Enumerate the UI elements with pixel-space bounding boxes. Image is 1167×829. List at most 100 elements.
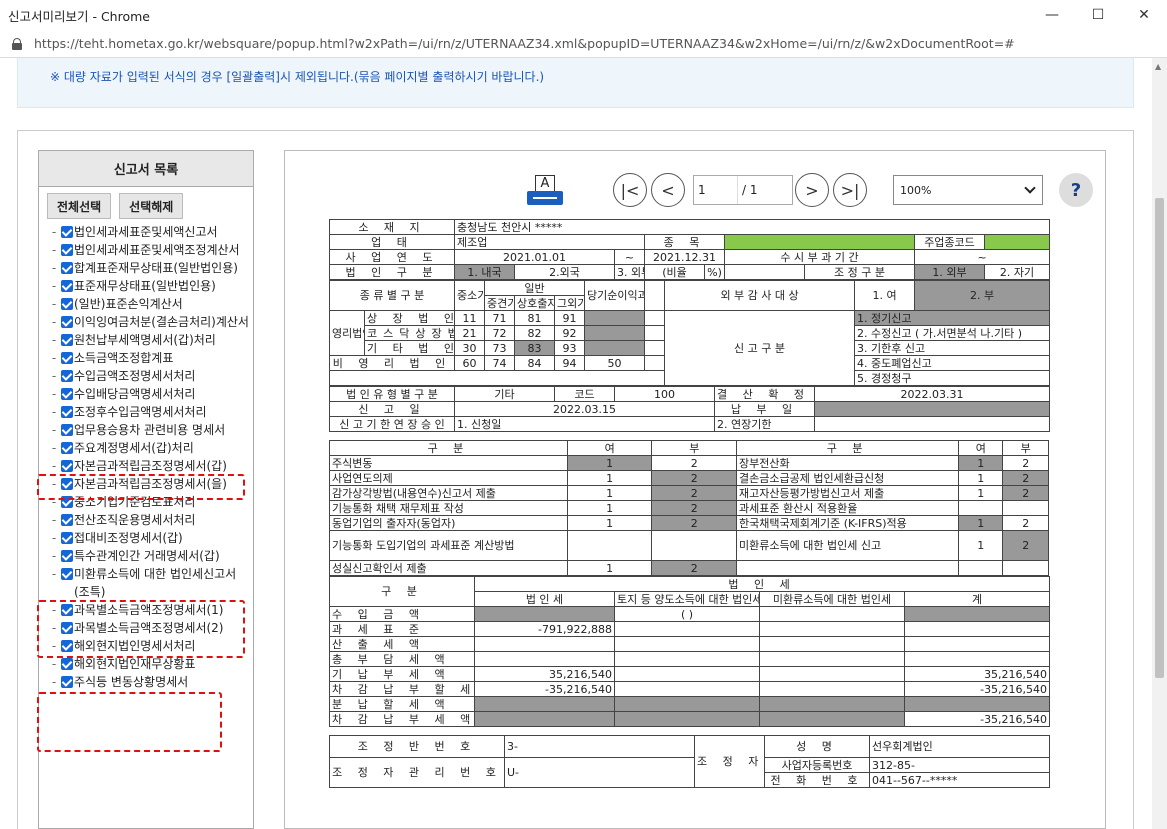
form-cell: 부 bbox=[651, 440, 738, 456]
report-item-label: 법인세과세표준및세액조정계산서 bbox=[74, 243, 240, 257]
report-item[interactable]: - 법인세과세표준및세액신고서 bbox=[47, 223, 251, 241]
form-cell: 상 장 법 인 bbox=[364, 310, 455, 326]
form-cell: 차 감 납 부 세 액 bbox=[329, 711, 475, 727]
deselect-all-button[interactable]: 선택해제 bbox=[119, 193, 184, 219]
report-item[interactable]: - 합계표준재무상태표(일반법인용) bbox=[47, 259, 251, 277]
checkbox-checked-icon[interactable] bbox=[61, 352, 73, 364]
url-text[interactable]: https://teht.hometax.go.kr/websquare/pop… bbox=[34, 36, 1015, 51]
report-item[interactable]: - 접대비조정명세서(갑) bbox=[47, 529, 251, 547]
checkbox-checked-icon[interactable] bbox=[61, 532, 73, 544]
first-page-button[interactable]: |< bbox=[613, 173, 647, 207]
form-cell bbox=[1002, 500, 1049, 516]
close-window-button[interactable]: ✕ bbox=[1121, 0, 1167, 30]
report-item[interactable]: - 수입금액조정명세서처리 bbox=[47, 367, 251, 385]
form-cell: 73 bbox=[484, 340, 515, 356]
form-cell: 소 재 지 bbox=[329, 219, 455, 235]
checkbox-checked-icon[interactable] bbox=[61, 406, 73, 418]
form-cell: -791,922,888 bbox=[474, 621, 615, 637]
form-cell: 전 화 번 호 bbox=[764, 772, 870, 788]
tree-branch: - bbox=[51, 549, 57, 563]
select-all-button[interactable]: 전체선택 bbox=[47, 193, 112, 219]
report-item[interactable]: - 원천납부세액명세서(갑)처리 bbox=[47, 331, 251, 349]
checkbox-checked-icon[interactable] bbox=[61, 298, 73, 310]
form-cell: ~ bbox=[614, 249, 645, 265]
form-cell: 2 bbox=[1002, 515, 1049, 531]
report-item-label: 전산조직운용명세서처리 bbox=[74, 513, 196, 527]
checkbox-checked-icon[interactable] bbox=[61, 424, 73, 436]
checkbox-checked-icon[interactable] bbox=[61, 388, 73, 400]
report-item[interactable]: - 법인세과세표준및세액조정계산서 bbox=[47, 241, 251, 259]
form-cell: 60 bbox=[454, 355, 485, 371]
title-bar: 신고서미리보기 - Chrome — ☐ ✕ bbox=[0, 0, 1167, 30]
checkbox-checked-icon[interactable] bbox=[61, 280, 73, 292]
report-item[interactable]: - (일반)표준손익계산서 bbox=[47, 295, 251, 313]
checkbox-checked-icon[interactable] bbox=[61, 226, 73, 238]
form-cell: 기 납 부 세 액 bbox=[329, 666, 475, 682]
form-cell: 1 bbox=[566, 470, 653, 486]
checkbox-checked-icon[interactable] bbox=[61, 244, 73, 256]
tree-branch: - bbox=[51, 261, 57, 275]
page-scrollbar[interactable]: ▲ bbox=[1152, 58, 1167, 829]
tree-branch: - bbox=[51, 459, 57, 473]
form-cell: 주식변동 bbox=[329, 455, 568, 471]
form-cell: 코스닥상장법인 bbox=[364, 325, 455, 341]
form-cell: 92 bbox=[553, 325, 586, 341]
zoom-select[interactable]: 100% bbox=[893, 175, 1043, 205]
checkbox-checked-icon[interactable] bbox=[61, 568, 73, 580]
report-item-label: 수입금액조정명세서처리 bbox=[74, 369, 196, 383]
next-page-button[interactable]: > bbox=[795, 173, 829, 207]
report-item[interactable]: - 전산조직운용명세서처리 bbox=[47, 511, 251, 529]
prev-page-button[interactable]: < bbox=[651, 173, 685, 207]
form-cell: 1 bbox=[566, 560, 653, 576]
tree-branch: - bbox=[51, 351, 57, 365]
last-page-button[interactable]: >| bbox=[833, 173, 867, 207]
minimize-button[interactable]: — bbox=[1029, 0, 1075, 30]
form-cell: 1. 외부 bbox=[914, 264, 985, 280]
form-cell: 주업종코드 bbox=[914, 234, 985, 250]
form-cell: 11 bbox=[454, 310, 485, 326]
checkbox-checked-icon[interactable] bbox=[61, 676, 73, 688]
form-cell bbox=[584, 340, 646, 356]
checkbox-checked-icon[interactable] bbox=[61, 514, 73, 526]
scroll-up-icon[interactable]: ▲ bbox=[1155, 62, 1161, 71]
form-cell: 1 bbox=[958, 485, 1004, 501]
form-cell bbox=[759, 606, 905, 622]
form-cell bbox=[651, 530, 738, 561]
form-cell bbox=[644, 325, 666, 341]
report-item[interactable]: - 표준재무상태표(일반법인용) bbox=[47, 277, 251, 295]
form-cell: 1. 신청일 bbox=[454, 416, 715, 432]
form-table-checklist: 구 분여부구 분 여 부 주식변동 1 2 장부전산화 1 2 사업연도의제 1 2 결손금소급공제 법… bbox=[329, 440, 1049, 576]
report-item[interactable]: - 업무용승용차 관련비용 명세서 bbox=[47, 421, 251, 439]
report-item[interactable]: - 주요계정명세서(갑)처리 bbox=[47, 439, 251, 457]
form-cell: 동업기업의 출자자(동업자) bbox=[329, 515, 568, 531]
checkbox-checked-icon[interactable] bbox=[61, 334, 73, 346]
page-number-input[interactable]: 1 bbox=[694, 176, 738, 204]
form-cell: 수 입 금 액 bbox=[329, 606, 475, 622]
form-cell bbox=[584, 310, 646, 326]
report-item[interactable]: - 수입배당금액명세서처리 bbox=[47, 385, 251, 403]
checkbox-checked-icon[interactable] bbox=[61, 370, 73, 382]
checkbox-checked-icon[interactable] bbox=[61, 442, 73, 454]
report-item[interactable]: - 미환류소득에 대한 법인세신고서(조특) bbox=[47, 565, 251, 601]
report-item[interactable]: - 자본금과적립금조정명세서(갑) bbox=[47, 457, 251, 475]
form-cell: 결손금소급공제 법인세환급신청 bbox=[736, 470, 960, 486]
checkbox-checked-icon[interactable] bbox=[61, 550, 73, 562]
report-item[interactable]: - 이익잉여금처분(결손금처리)계산서 bbox=[47, 313, 251, 331]
checkbox-checked-icon[interactable] bbox=[61, 316, 73, 328]
form-table-type: 법 인 유 형 별 구 분기타코드100결 산 확 정 일2022.03.31 신… bbox=[329, 386, 1050, 432]
maximize-button[interactable]: ☐ bbox=[1075, 0, 1121, 30]
report-item[interactable]: - 주식등 변동상황명세서 bbox=[47, 673, 251, 691]
report-item[interactable]: - 소득금액조정합계표 bbox=[47, 349, 251, 367]
form-cell: 영리법인 bbox=[329, 310, 365, 356]
scroll-thumb[interactable] bbox=[1155, 198, 1164, 678]
checkbox-checked-icon[interactable] bbox=[61, 460, 73, 472]
checkbox-checked-icon[interactable] bbox=[61, 262, 73, 274]
print-button[interactable]: A bbox=[527, 175, 563, 209]
form-cell: 2.외국 bbox=[514, 264, 615, 280]
report-item[interactable]: - 조정후수입금액명세서처리 bbox=[47, 403, 251, 421]
form-cell: 미환류소득에 대한 법인세 bbox=[759, 591, 905, 607]
checkbox-checked-icon[interactable] bbox=[61, 658, 73, 670]
form-cell: 2 bbox=[1002, 485, 1049, 501]
help-button[interactable]: ? bbox=[1059, 173, 1093, 207]
report-item[interactable]: - 특수관계인간 거래명세서(갑) bbox=[47, 547, 251, 565]
